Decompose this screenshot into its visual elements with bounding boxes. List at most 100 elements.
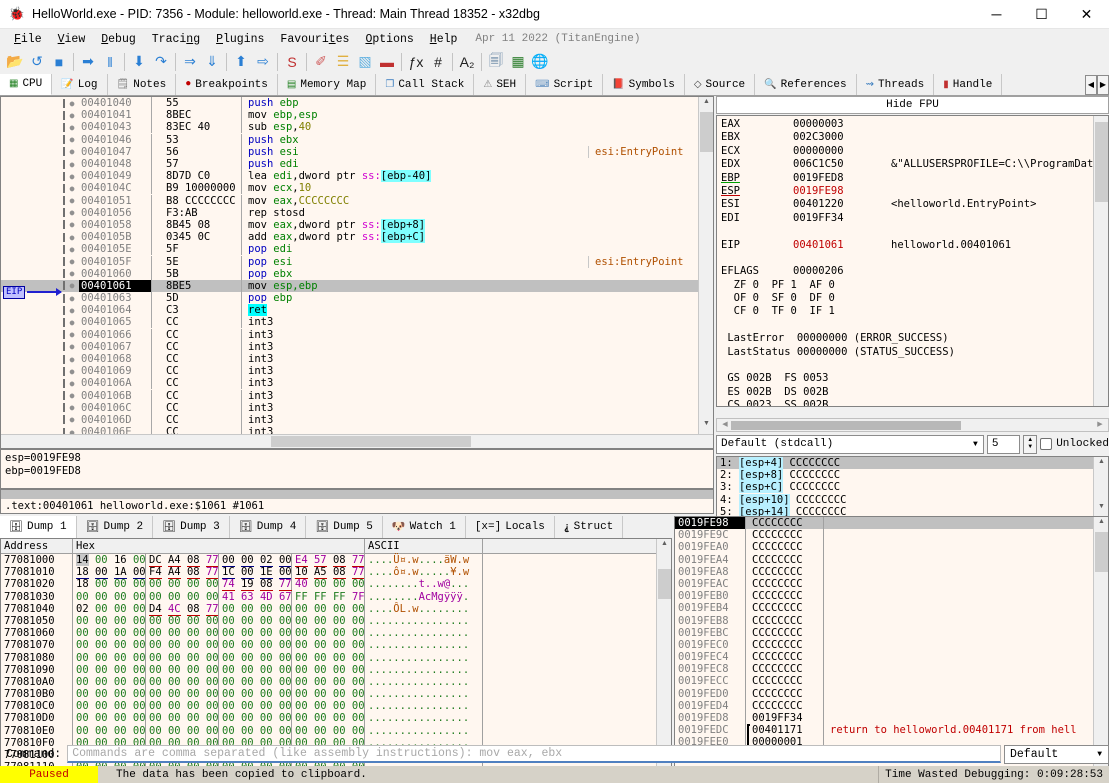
- disassembly-row[interactable]: ● 0040105B 0345 0C add eax,dword ptr ss:[eb…: [1, 231, 698, 244]
- dump-hex-group[interactable]: 00 00 00 00: [219, 651, 292, 664]
- tab-seh[interactable]: ⚠ SEH: [474, 74, 527, 95]
- dump-hex-group[interactable]: DC A4 08 77: [146, 554, 219, 567]
- stack-row[interactable]: 0019FEDC 00401171 return to helloworld.004…: [675, 724, 1093, 737]
- disassembly-row[interactable]: ● 00401064 C3 ret: [1, 304, 698, 317]
- tab-cpu[interactable]: ▦ CPU: [0, 74, 53, 95]
- minimize-button[interactable]: ─: [974, 0, 1019, 29]
- scroll-thumb[interactable]: [700, 112, 713, 152]
- stack-row[interactable]: 0019FEC8 CCCCCCCC: [675, 663, 1093, 676]
- dump-hex-group[interactable]: 00 00 00 00: [219, 700, 292, 713]
- stack-row[interactable]: 0019FED8 0019FF34: [675, 712, 1093, 725]
- dump-ascii[interactable]: ................: [365, 614, 483, 628]
- dump-hex-group[interactable]: 00 00 00 00: [219, 724, 292, 737]
- stack-row[interactable]: 0019FEA4 CCCCCCCC: [675, 553, 1093, 566]
- scroll-down-arrow[interactable]: ▼: [700, 420, 713, 433]
- breakpoint-dot-icon[interactable]: ●: [63, 305, 79, 315]
- dump-tab-locals[interactable]: [x=] Locals: [466, 516, 555, 538]
- dump-hex-group[interactable]: 00 00 00 00: [146, 663, 219, 676]
- disassembly-row[interactable]: ● 00401060 5B pop ebx: [1, 267, 698, 280]
- dump-row[interactable]: 77081010 18 00 1A 00 F4 A4 08 77 1C 00 1E 0…: [1, 566, 656, 580]
- pause-icon[interactable]: ‖: [99, 51, 121, 73]
- dump-row[interactable]: 77081080 00 00 00 00 00 00 00 00 00 00 00 0…: [1, 651, 656, 664]
- disassembly-hscrollbar[interactable]: [1, 434, 713, 448]
- dump-hex-group[interactable]: 00 00 00 00: [292, 675, 365, 689]
- breakpoint-dot-icon[interactable]: ●: [63, 317, 79, 327]
- dump-ascii[interactable]: ................: [365, 688, 483, 701]
- dump-row[interactable]: 770810E0 00 00 00 00 00 00 00 00 00 00 00 0…: [1, 724, 656, 737]
- dump-hex-group[interactable]: FF FF FF 7F: [292, 590, 365, 603]
- menu-item-favourites[interactable]: Favourites: [272, 31, 357, 48]
- menu-item-options[interactable]: Options: [357, 31, 421, 48]
- register-value[interactable]: 00401220: [793, 198, 891, 211]
- dump-ascii[interactable]: ................: [365, 627, 483, 640]
- dump-hex-group[interactable]: 00 00 00 00: [73, 590, 146, 603]
- register-row-esi[interactable]: ESI 00401220 <helloworld.EntryPoint>: [721, 198, 1108, 211]
- dump-header-ascii[interactable]: ASCII: [365, 539, 483, 553]
- register-segment-line[interactable]: CS 0023 SS 002B: [721, 399, 1108, 406]
- breakpoint-dot-icon[interactable]: ●: [63, 122, 79, 132]
- calculator-icon[interactable]: 🗐: [485, 51, 507, 73]
- tab-call-stack[interactable]: ❐ Call Stack: [376, 74, 475, 95]
- dump-tab-dump-3[interactable]: 🗄 Dump 3: [153, 516, 230, 538]
- menu-item-view[interactable]: View: [50, 31, 94, 48]
- disassembly-row[interactable]: ● 0040104C B9 10000000 mov ecx,10: [1, 182, 698, 195]
- stack-row[interactable]: 0019FEC0 CCCCCCCC: [675, 638, 1093, 652]
- dump-row[interactable]: 770810B0 00 00 00 00 00 00 00 00 00 00 00 0…: [1, 688, 656, 701]
- math-icon[interactable]: ▦: [507, 51, 529, 73]
- unlocked-toggle[interactable]: Unlocked: [1040, 438, 1109, 450]
- register-value[interactable]: 006C1C50: [793, 158, 891, 171]
- breakpoint-dot-icon[interactable]: ●: [63, 147, 79, 157]
- register-row-esp[interactable]: ESP 0019FE98: [721, 185, 1108, 198]
- disassembly-row[interactable]: EIP ● 00401061 8BE5 mov esp,ebp: [1, 279, 698, 299]
- disassembly-row[interactable]: ● 00401048 57 push edi: [1, 158, 698, 171]
- registers-list[interactable]: EAX 00000003 EBX 002C3000 ECX 00000000 EDX 006C…: [716, 115, 1109, 407]
- stack-row[interactable]: 0019FEA8 CCCCCCCC: [675, 565, 1093, 578]
- dump-hex-group[interactable]: 00 00 00 00: [146, 712, 219, 725]
- dump-hex-group[interactable]: 00 00 00 00: [146, 639, 219, 652]
- breakpoint-dot-icon[interactable]: ●: [63, 257, 79, 267]
- dump-hex-group[interactable]: 00 00 02 00: [219, 554, 292, 567]
- register-value[interactable]: 00401061: [793, 239, 891, 252]
- breakpoint-dot-icon[interactable]: ●: [63, 378, 79, 388]
- disassembly-row[interactable]: ● 00401063 5D pop ebp: [1, 292, 698, 305]
- breakpoint-dot-icon[interactable]: ●: [63, 110, 79, 120]
- argument-row[interactable]: 4: [esp+10] CCCCCCCC: [717, 493, 1093, 506]
- run-to-user-code-icon[interactable]: ⇨: [252, 51, 274, 73]
- disassembly-row[interactable]: ● 0040105F 5E pop esi esi:EntryPoint: [1, 255, 698, 268]
- scylla-icon[interactable]: S: [281, 51, 303, 73]
- scroll-thumb-h[interactable]: [271, 436, 471, 447]
- tab-source[interactable]: ◇ Source: [684, 74, 756, 95]
- tab-nav-left[interactable]: ◀: [1085, 74, 1097, 95]
- dump-row[interactable]: 77081040 02 00 00 00 D4 4C 08 77 00 00 00 0…: [1, 602, 656, 616]
- dump-header-hex[interactable]: Hex: [73, 539, 365, 553]
- az-icon[interactable]: A₂: [456, 51, 478, 73]
- tab-symbols[interactable]: 📕 Symbols: [603, 74, 685, 95]
- tab-breakpoints[interactable]: ● Breakpoints: [176, 74, 278, 95]
- dump-ascii[interactable]: ................: [365, 639, 483, 652]
- argument-row[interactable]: 2: [esp+8] CCCCCCCC: [717, 469, 1093, 482]
- register-row-ecx[interactable]: ECX 00000000: [721, 145, 1108, 158]
- register-row-eflags[interactable]: EFLAGS 00000206: [721, 265, 1108, 278]
- dump-ascii[interactable]: ................: [365, 700, 483, 713]
- dump-row[interactable]: 77081060 00 00 00 00 00 00 00 00 00 00 00 0…: [1, 627, 656, 640]
- breakpoint-dot-icon[interactable]: ●: [63, 171, 79, 181]
- stack-row[interactable]: 0019FED0 CCCCCCCC: [675, 687, 1093, 700]
- arg-count-stepper[interactable]: ▲ ▼: [1023, 434, 1038, 454]
- dump-row[interactable]: 770810C0 00 00 00 00 00 00 00 00 00 00 00 0…: [1, 700, 656, 713]
- register-row-eax[interactable]: EAX 00000003: [721, 118, 1108, 131]
- disassembly-row[interactable]: ● 00401041 8BEC mov ebp,esp: [1, 109, 698, 122]
- restart-icon[interactable]: ↺: [26, 51, 48, 73]
- register-value[interactable]: 00000003: [793, 118, 891, 131]
- dump-hex-group[interactable]: 00 00 00 00: [292, 688, 365, 701]
- dump-ascii[interactable]: ........AcMgÿÿÿ.: [365, 590, 483, 603]
- dump-tab-dump-2[interactable]: 🗄 Dump 2: [77, 516, 154, 538]
- execute-till-return-icon[interactable]: ⬆: [230, 51, 252, 73]
- dump-row[interactable]: 77081070 00 00 00 00 00 00 00 00 00 00 00 0…: [1, 639, 656, 652]
- stop-icon[interactable]: ■: [48, 51, 70, 73]
- stack-row[interactable]: 0019FEB0 CCCCCCCC: [675, 590, 1093, 603]
- disassembly-row[interactable]: ● 00401069 CC int3: [1, 365, 698, 378]
- dump-hex-group[interactable]: 00 00 00 00: [73, 614, 146, 628]
- disassembly-row[interactable]: ● 00401058 8B45 08 mov eax,dword ptr ss:[eb…: [1, 218, 698, 231]
- dump-tab-watch-1[interactable]: 🐶 Watch 1: [383, 516, 466, 538]
- register-row-ebx[interactable]: EBX 002C3000: [721, 131, 1108, 144]
